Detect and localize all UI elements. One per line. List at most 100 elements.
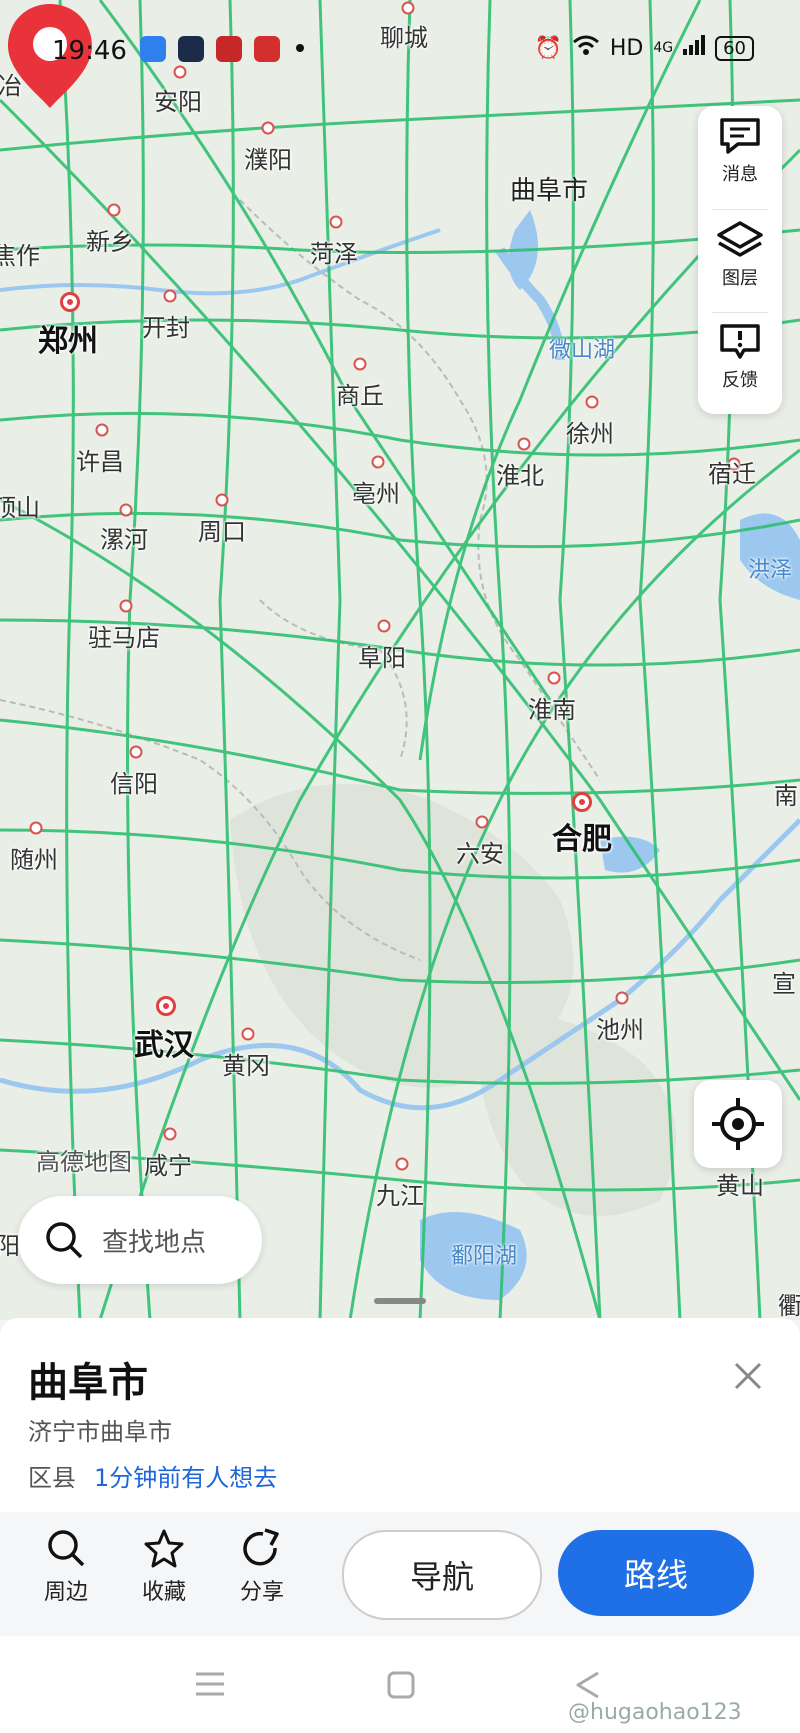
city-label[interactable]: 濮阳 [244, 140, 292, 175]
city-label[interactable]: 信阳 [110, 764, 158, 799]
city-marker [615, 991, 629, 1005]
city-marker [163, 1127, 177, 1141]
place-address: 济宁市曲阜市 [28, 1418, 172, 1446]
share-button[interactable]: 分享 [222, 1528, 302, 1606]
city-label[interactable]: 南 [774, 776, 798, 811]
lake-label: 鄱阳湖 [450, 1244, 518, 1269]
city-marker [129, 745, 143, 759]
city-label[interactable]: 淮北 [496, 456, 544, 491]
navigate-button[interactable]: 导航 [342, 1530, 542, 1620]
city-marker [163, 289, 177, 303]
city-label[interactable]: 徐州 [566, 414, 614, 449]
city-label[interactable]: 咸宁 [144, 1146, 192, 1181]
city-label[interactable]: 菏泽 [310, 234, 358, 269]
city-marker [119, 599, 133, 613]
sheet-drag-handle[interactable] [374, 1298, 426, 1304]
city-label[interactable]: 合肥 [552, 814, 612, 858]
city-label[interactable]: 焦作 [0, 236, 40, 271]
map-tools-panel: 消息 图层 反馈 [698, 106, 782, 414]
search-place-bar[interactable]: 查找地点 [18, 1196, 262, 1284]
city-label[interactable]: 阳 [0, 1226, 20, 1261]
city-marker [241, 1027, 255, 1041]
city-label[interactable]: 池州 [596, 1010, 644, 1045]
watermark: @hugaohao123 [568, 1700, 742, 1725]
city-label[interactable]: 六安 [456, 834, 504, 869]
search-icon [48, 1530, 85, 1567]
city-label[interactable]: 黄冈 [222, 1046, 270, 1081]
city-label[interactable]: 开封 [142, 308, 190, 343]
city-marker [547, 671, 561, 685]
city-marker [107, 203, 121, 217]
app-notification-icon [216, 36, 242, 62]
city-label[interactable]: 阜阳 [358, 638, 406, 673]
city-label[interactable]: 衢 [778, 1286, 800, 1320]
city-marker [395, 1157, 409, 1171]
layers-button[interactable]: 图层 [698, 210, 782, 310]
map-logo: 高德地图 [36, 1148, 132, 1176]
city-label[interactable]: 亳州 [352, 474, 400, 509]
place-type: 区县 [28, 1464, 76, 1492]
city-label[interactable]: 九江 [376, 1176, 424, 1211]
city-label[interactable]: 黄山 [716, 1166, 764, 1201]
crosshair-icon [712, 1098, 764, 1150]
city-label[interactable]: 许昌 [76, 442, 124, 477]
city-label[interactable]: 淮南 [528, 690, 576, 725]
favorite-label: 收藏 [141, 1580, 186, 1605]
feedback-label: 反馈 [722, 370, 758, 391]
city-label[interactable]: 随州 [10, 840, 58, 875]
share-icon [243, 1528, 279, 1566]
app-notification-icon [178, 36, 204, 62]
status-indicators: ⏰ HD 4G 60 [534, 34, 754, 62]
search-placeholder: 查找地点 [102, 1227, 207, 1258]
city-label[interactable]: 顶山 [0, 488, 40, 523]
city-marker [585, 395, 599, 409]
battery-level: 60 [715, 35, 754, 61]
favorite-button[interactable]: 收藏 [124, 1528, 204, 1606]
signal-type: 4G [653, 40, 674, 56]
close-icon[interactable] [728, 1356, 768, 1396]
home-icon[interactable] [386, 1670, 416, 1700]
city-marker [329, 215, 343, 229]
city-label[interactable]: 新乡 [86, 222, 134, 257]
city-marker [95, 423, 109, 437]
message-label: 消息 [722, 164, 758, 185]
city-label[interactable]: 郑州 [38, 316, 98, 360]
message-button[interactable]: 消息 [698, 106, 782, 206]
message-icon [720, 118, 760, 154]
city-marker [371, 455, 385, 469]
city-label[interactable]: 周口 [198, 512, 246, 547]
city-label[interactable]: 宿迁 [708, 454, 756, 489]
nearby-button[interactable]: 周边 [26, 1528, 106, 1606]
back-icon[interactable] [574, 1670, 602, 1700]
locate-me-button[interactable] [694, 1080, 782, 1168]
star-icon [144, 1529, 184, 1568]
feedback-icon [720, 324, 760, 359]
layers-icon [717, 221, 763, 257]
city-marker [353, 357, 367, 371]
city-label[interactable]: 武汉 [134, 1020, 194, 1064]
city-marker [517, 437, 531, 451]
share-label: 分享 [239, 1580, 284, 1605]
place-popularity: 1分钟前有人想去 [94, 1464, 278, 1492]
city-marker [119, 503, 133, 517]
layers-label: 图层 [722, 268, 758, 289]
route-button[interactable]: 路线 [558, 1530, 754, 1616]
app-notification-icon [140, 36, 166, 62]
wifi-icon [572, 34, 600, 62]
menu-icon[interactable] [194, 1670, 226, 1698]
city-label[interactable]: 漯河 [100, 520, 148, 555]
city-label[interactable]: 商丘 [336, 376, 384, 411]
city-marker [475, 815, 489, 829]
lake-label: 微山湖 [548, 338, 616, 363]
feedback-button[interactable]: 反馈 [698, 312, 782, 412]
selected-place-label[interactable]: 曲阜市 [510, 170, 588, 207]
nearby-label: 周边 [43, 1580, 88, 1605]
more-notifications-dot [296, 44, 304, 52]
map-view[interactable]: 聊城 安阳 濮阳 新乡 焦作 菏泽 郑州 开封 商丘 许昌 亳州 淮北 徐州 宿… [0, 0, 800, 1320]
city-label[interactable]: 驻马店 [88, 618, 160, 653]
lake-label: 洪泽 [747, 558, 793, 583]
city-marker [377, 619, 391, 633]
city-marker [29, 821, 43, 835]
city-label[interactable]: 宣 [772, 964, 796, 999]
capital-marker [572, 792, 592, 812]
